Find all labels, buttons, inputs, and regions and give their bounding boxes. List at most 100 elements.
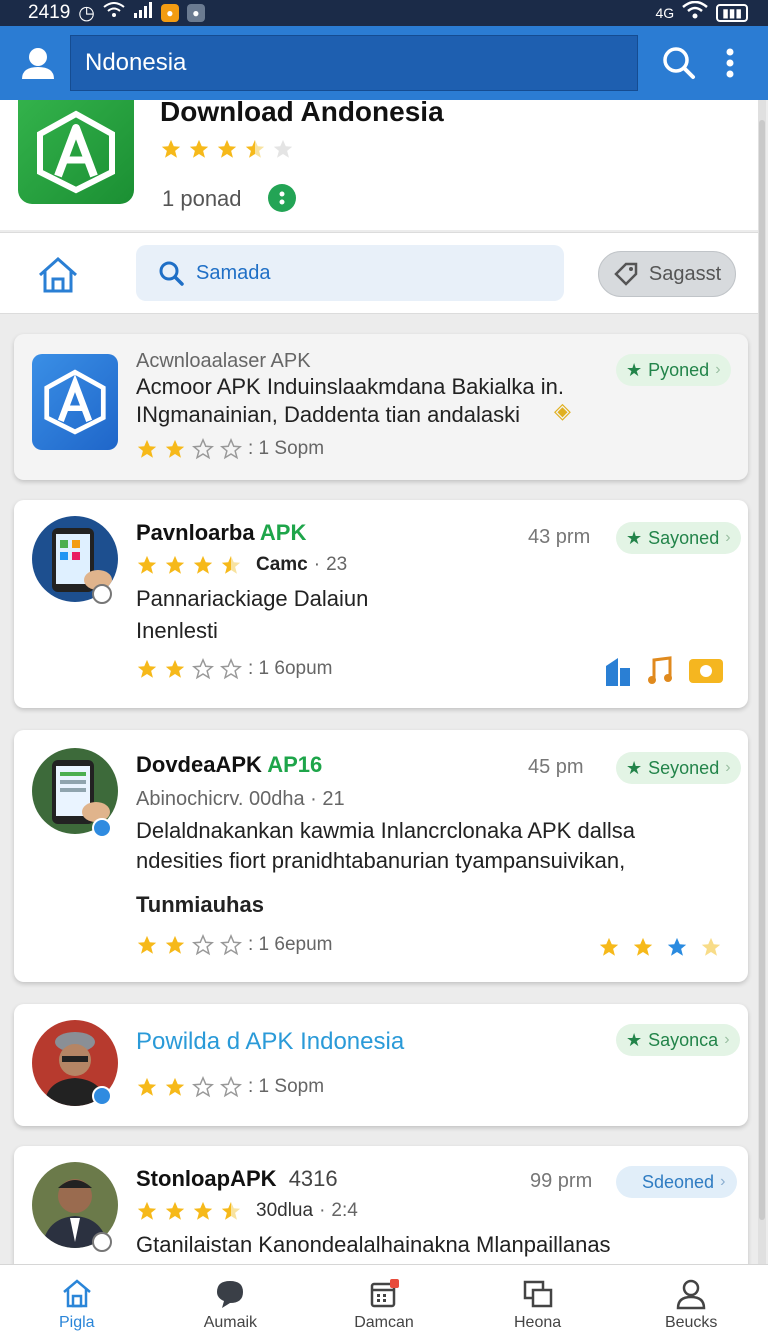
account-icon[interactable] xyxy=(18,43,58,83)
star-filled-icon xyxy=(217,139,237,158)
notification-app-icon-2: ● xyxy=(186,4,205,22)
verified-icon xyxy=(92,818,112,838)
star-empty-icon xyxy=(220,658,242,680)
card-time: 43 prm xyxy=(528,526,591,548)
star-filled-icon xyxy=(137,935,157,954)
nav-item-damcan[interactable]: Damcan xyxy=(307,1265,461,1344)
star-filled-icon xyxy=(137,659,157,678)
card-description: Pannariackiage Dalaiun xyxy=(136,586,369,611)
home-button[interactable] xyxy=(36,253,80,297)
meta-label: 30dlua xyxy=(256,1200,314,1221)
search-button[interactable] xyxy=(654,38,704,88)
scrollbar[interactable] xyxy=(758,100,766,1264)
status-indicator xyxy=(92,584,112,604)
suggest-label: Sagasst xyxy=(648,262,722,285)
card-description: Acmoor APK Induinslaakmdana Bakialka in. xyxy=(136,374,565,399)
wifi-status-icon xyxy=(682,0,708,25)
more-options-button[interactable] xyxy=(718,38,742,88)
meta-separator: · xyxy=(313,554,321,575)
scrollbar-thumb[interactable] xyxy=(759,120,765,1220)
star-filled-icon xyxy=(165,439,185,458)
nav-label: Aumaik xyxy=(203,1313,258,1331)
star-icon xyxy=(667,937,687,956)
search-input-value: Ndonesia xyxy=(85,49,187,76)
rating-text: : 1 6epum xyxy=(248,934,333,955)
status-chip[interactable]: ★ Sayonca › xyxy=(616,1024,740,1056)
meta-label: Camc xyxy=(256,554,308,575)
more-vert-icon xyxy=(726,48,734,78)
app-card[interactable]: Acwnloaalaser APK Acmoor APK Induinslaak… xyxy=(14,334,748,480)
card-category: Tunmiauhas xyxy=(136,892,264,917)
app-logo xyxy=(32,354,118,450)
chip-label: Sdeoned xyxy=(642,1171,715,1192)
app-card[interactable]: DovdeaAPK AP16 45 pm ★ Seyoned › Abinoch… xyxy=(14,730,748,982)
card-rating: : 1 6opum xyxy=(136,658,333,680)
home-icon xyxy=(62,1278,91,1307)
card-description: Delaldnakankan kawmia Inlancrclonaka APK… xyxy=(136,818,635,843)
chip-label: Sayonca xyxy=(648,1029,719,1050)
app-card[interactable]: Powilda d APK Indonesia ★ Sayonca › : 1 … xyxy=(14,1004,748,1126)
bottom-navigation: Pigla Aumaik Damcan Heona Beucks xyxy=(0,1264,768,1344)
feature-icons xyxy=(604,656,724,686)
card-title: Powilda d APK Indonesia xyxy=(136,1028,405,1055)
meta-separator: · xyxy=(319,1200,326,1221)
chevron-right-icon: › xyxy=(725,759,731,776)
app-logo xyxy=(18,100,134,204)
star-chip-icon: ★ xyxy=(626,527,643,548)
star-icon xyxy=(599,937,619,956)
search-icon xyxy=(159,261,184,286)
status-indicator xyxy=(92,1232,112,1252)
suggest-button[interactable]: Sagasst xyxy=(598,251,736,297)
nav-label: Damcan xyxy=(354,1313,414,1331)
search-icon xyxy=(663,47,695,79)
app-bar: Ndonesia xyxy=(0,26,768,100)
rating-stars xyxy=(136,658,242,680)
status-chip[interactable]: ★ Pyoned › xyxy=(616,354,731,386)
nav-item-pigla[interactable]: Pigla xyxy=(0,1265,154,1344)
app-rating-stars xyxy=(160,138,294,160)
colored-stars xyxy=(598,936,722,958)
home-icon xyxy=(39,256,77,293)
rating-stars xyxy=(136,438,242,460)
chevron-right-icon: › xyxy=(725,529,731,546)
app-card[interactable]: StonloapAPK 4316 99 prm Sdeoned › 30dlua… xyxy=(14,1146,748,1276)
filter-search-input[interactable]: Samada xyxy=(136,245,564,301)
featured-app-header[interactable]: Download Andonesia 1 ponad xyxy=(0,96,758,230)
star-filled-icon xyxy=(193,555,213,574)
rating-stars xyxy=(136,554,242,576)
rating-stars xyxy=(136,1200,242,1222)
star-icon xyxy=(633,937,653,956)
star-filled-icon xyxy=(137,555,157,574)
nav-item-beucks[interactable]: Beucks xyxy=(614,1265,768,1344)
battery-icon: ▮▮▮ xyxy=(716,4,748,22)
star-empty-icon xyxy=(192,438,214,460)
card-title: DovdeaAPK AP16 xyxy=(136,752,322,778)
chat-icon xyxy=(217,1280,244,1308)
star-filled-icon xyxy=(189,139,209,158)
search-input[interactable]: Ndonesia xyxy=(70,35,638,91)
nav-item-aumaik[interactable]: Aumaik xyxy=(154,1265,308,1344)
alarm-icon: ◷ xyxy=(78,2,95,24)
status-chip[interactable]: ★ Sayoned › xyxy=(616,522,741,554)
network-type: 4G xyxy=(655,5,675,21)
card-rating: : 1 6epum xyxy=(136,934,333,956)
rating-text: : 1 Sopm xyxy=(248,438,325,459)
nav-item-heona[interactable]: Heona xyxy=(461,1265,615,1344)
app-card[interactable]: Pavnloarba APK 43 prm ★ Sayoned › Camc ·… xyxy=(14,500,748,708)
star-half-icon xyxy=(221,555,241,574)
signal-icon xyxy=(133,2,153,24)
status-chip[interactable]: Sdeoned › xyxy=(616,1166,738,1198)
star-filled-icon xyxy=(165,935,185,954)
status-chip[interactable]: ★ Seyoned › xyxy=(616,752,741,784)
card-title-text: DovdeaAPK xyxy=(136,752,262,777)
card-title-text: Pavnloarba xyxy=(136,520,255,545)
notification-app-icon: ● xyxy=(160,4,179,22)
windows-icon xyxy=(523,1280,552,1307)
star-filled-icon xyxy=(137,1201,157,1220)
star-filled-icon xyxy=(137,1077,157,1096)
info-icon[interactable] xyxy=(268,184,296,212)
verified-icon xyxy=(92,1086,112,1106)
building-icon xyxy=(606,658,630,686)
star-filled-icon xyxy=(165,1201,185,1220)
card-title-text: StonloapAPK xyxy=(136,1166,277,1191)
